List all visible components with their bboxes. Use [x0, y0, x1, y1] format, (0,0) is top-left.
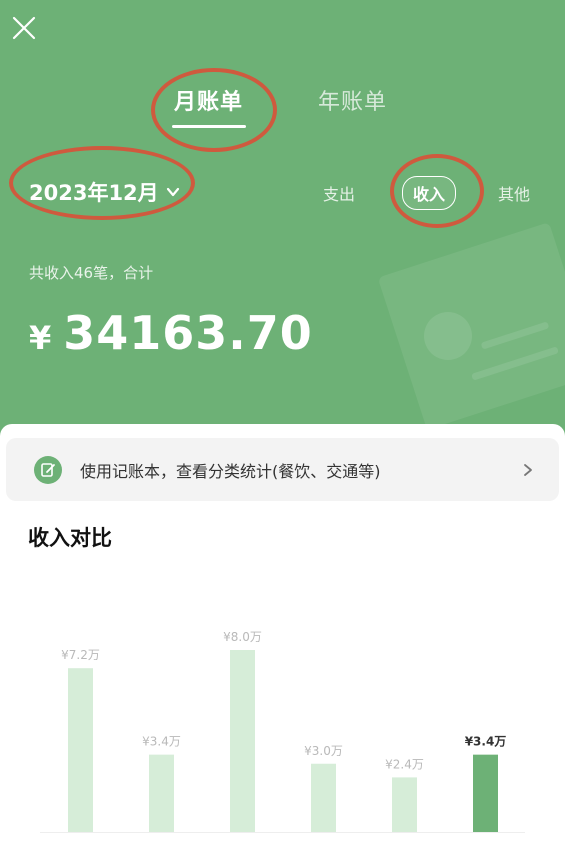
ledger-banner-text: 使用记账本，查看分类统计(餐饮、交通等) — [80, 461, 381, 481]
chart-bar[interactable] — [311, 763, 336, 832]
chevron-down-icon — [166, 187, 179, 197]
total-value: 34163.70 — [63, 306, 313, 360]
chart-data-label: ¥3.4万 — [465, 735, 507, 749]
section-title: 收入对比 — [28, 526, 112, 550]
chart-data-label: ¥7.2万 — [61, 648, 100, 662]
decoration-circle — [424, 312, 472, 360]
month-picker-label: 2023年12月 — [29, 181, 159, 205]
close-icon — [12, 16, 36, 40]
month-picker[interactable]: 2023年12月 — [29, 176, 181, 208]
filter-income[interactable]: 收入 — [402, 176, 457, 210]
close-button[interactable] — [10, 14, 38, 42]
chart-data-label: ¥2.4万 — [385, 757, 424, 771]
filter-expense[interactable]: 支出 — [323, 181, 355, 205]
filter-other[interactable]: 其他 — [498, 181, 530, 205]
chart-bar[interactable] — [473, 754, 498, 832]
chevron-right-icon — [524, 463, 532, 476]
chart-data-label: ¥3.0万 — [304, 744, 343, 758]
ledger-banner[interactable]: 使用记账本，查看分类统计(餐饮、交通等) — [6, 438, 559, 501]
chart-data-label: ¥8.0万 — [223, 630, 262, 644]
income-comparison-chart: ¥7.2万 ¥3.4万 ¥8.0万 ¥3.0万 ¥2.4万 ¥3.4万 — [40, 630, 525, 833]
content-panel: 使用记账本，查看分类统计(餐饮、交通等) 收入对比 ¥7.2万 ¥3.4万 ¥8.0… — [0, 424, 565, 843]
chart-bar[interactable] — [149, 754, 174, 832]
chart-bar[interactable] — [392, 777, 417, 832]
chart-bar[interactable] — [68, 668, 93, 832]
tab-yearly-bill[interactable]: 年账单 — [318, 84, 387, 116]
chart-data-label: ¥3.4万 — [142, 735, 181, 749]
chart-bar[interactable] — [230, 650, 255, 832]
header: 月账单 年账单 2023年12月 支出 收入 其他 共收入46笔，合计 ¥ 34… — [0, 0, 565, 440]
total-amount: ¥ 34163.70 — [29, 306, 313, 360]
currency-symbol: ¥ — [29, 319, 52, 357]
summary-text: 共收入46笔，合计 — [29, 264, 154, 282]
tab-active-indicator — [172, 125, 246, 128]
edit-note-icon — [34, 455, 62, 484]
tab-monthly-bill[interactable]: 月账单 — [174, 84, 243, 116]
